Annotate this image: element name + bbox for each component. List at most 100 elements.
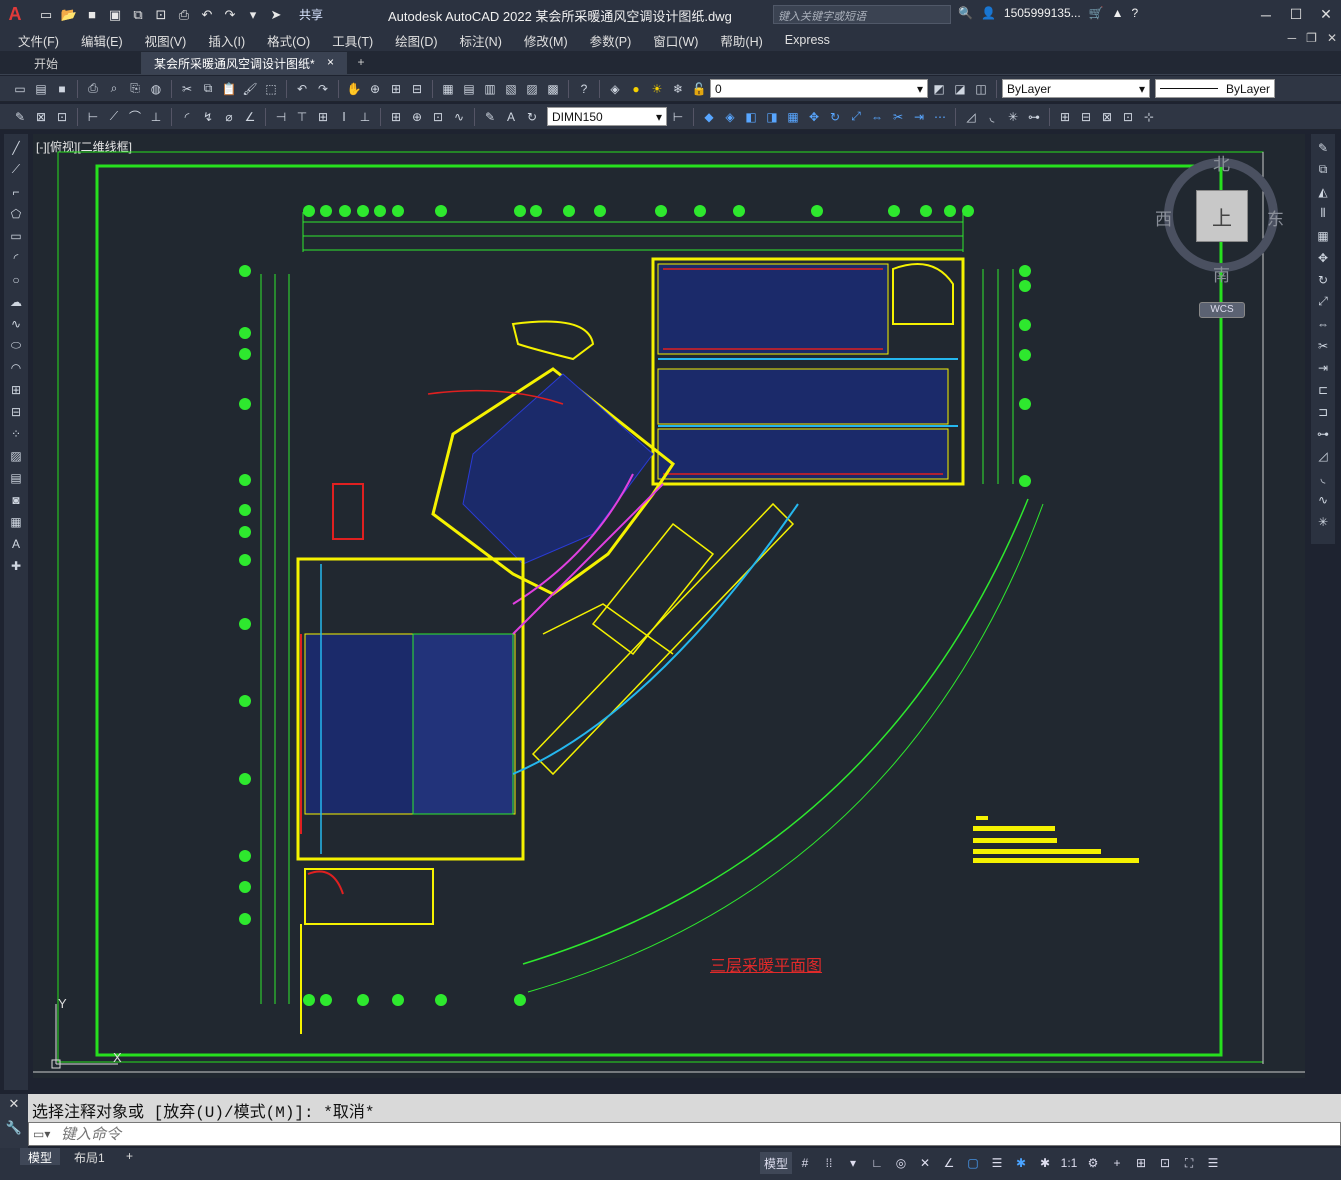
zoom-window-icon[interactable]: ⊞ <box>386 79 406 99</box>
save-as-icon[interactable]: ▣ <box>105 5 125 25</box>
quick-dim-icon[interactable]: ⊣ <box>271 107 291 127</box>
dim-space-icon[interactable]: Ⅰ <box>334 107 354 127</box>
ellipse-arc-icon[interactable]: ◠ <box>6 358 26 377</box>
dim-text-edit-icon[interactable]: A <box>501 107 521 127</box>
bulb-icon[interactable]: ● <box>626 79 646 99</box>
scale-icon[interactable]: ⤢ <box>846 107 866 127</box>
help-icon[interactable]: ? <box>1132 6 1139 20</box>
menu-view[interactable]: 视图(V) <box>145 31 187 50</box>
menu-draw[interactable]: 绘图(D) <box>395 31 437 50</box>
break-icon[interactable]: ⋯ <box>930 107 950 127</box>
block-editor-icon[interactable]: ⬚ <box>261 79 281 99</box>
rectangle-icon[interactable]: ▭ <box>6 226 26 245</box>
share-label[interactable]: 共享 <box>299 6 323 23</box>
zoom-realtime-icon[interactable]: ⊕ <box>365 79 385 99</box>
dim-ordinate-icon[interactable]: ⊥ <box>146 107 166 127</box>
menu-file[interactable]: 文件(F) <box>18 31 59 50</box>
polar-icon[interactable]: ◎ <box>890 1152 912 1174</box>
markup-icon[interactable]: ▨ <box>522 79 542 99</box>
dimstyle-dropdown[interactable]: DIMN150 ▾ <box>547 107 667 126</box>
design-center-icon[interactable]: ▤ <box>459 79 479 99</box>
copy-icon[interactable]: ⧉ <box>198 79 218 99</box>
publish-icon[interactable]: ⎘ <box>125 79 145 99</box>
blend-icon[interactable]: ∿ <box>1313 490 1333 509</box>
redo-icon[interactable]: ↷ <box>220 5 240 25</box>
user-name[interactable]: 1505999135... <box>1004 6 1081 20</box>
explode-icon[interactable]: ✳ <box>1313 512 1333 531</box>
layer-state-icon[interactable]: ◫ <box>971 79 991 99</box>
object-snap-tracking-icon[interactable]: ∠ <box>938 1152 960 1174</box>
point-icon[interactable]: ⁘ <box>6 424 26 443</box>
auto-scale-icon[interactable]: ✱ <box>1034 1152 1056 1174</box>
tab-layout1[interactable]: 布局1 <box>66 1148 113 1165</box>
dim-style-icon[interactable]: ⊢ <box>668 107 688 127</box>
extend-icon[interactable]: ⇥ <box>909 107 929 127</box>
menu-insert[interactable]: 插入(I) <box>208 31 245 50</box>
join-icon[interactable]: ⊶ <box>1313 424 1333 443</box>
move-icon[interactable]: ✥ <box>804 107 824 127</box>
circle-icon[interactable]: ○ <box>6 270 26 289</box>
save-web-icon[interactable]: ⊡ <box>151 5 171 25</box>
array-icon[interactable]: ▦ <box>783 107 803 127</box>
scale-icon[interactable]: ⤢ <box>1313 292 1333 311</box>
minimize-icon[interactable]: ─ <box>1251 0 1281 29</box>
clean-screen-icon[interactable]: ⛶ <box>1178 1152 1200 1174</box>
viewcube-top-face[interactable]: 上 <box>1196 190 1248 242</box>
stretch-icon[interactable]: ⇔ <box>1313 314 1333 333</box>
doc-close-icon[interactable]: ✕ <box>1327 31 1337 45</box>
menu-edit[interactable]: 编辑(E) <box>81 31 123 50</box>
erase-icon[interactable]: ✎ <box>1313 138 1333 157</box>
annotation-scale-value[interactable]: 1:1 <box>1058 1152 1080 1174</box>
customization-icon[interactable]: ☰ <box>1202 1152 1224 1174</box>
open-web-icon[interactable]: ⧉ <box>128 5 148 25</box>
lineweight-icon[interactable]: ☰ <box>986 1152 1008 1174</box>
open-icon[interactable]: 📂 <box>59 5 79 25</box>
customize-qat-icon[interactable]: ▾ <box>243 5 263 25</box>
fillet-icon[interactable]: ◟ <box>982 107 1002 127</box>
dim-diameter-icon[interactable]: ⌀ <box>219 107 239 127</box>
doc-minimize-icon[interactable]: ─ <box>1288 31 1297 45</box>
polyline-icon[interactable]: ⌐ <box>6 182 26 201</box>
search-icon[interactable]: 🔍 <box>958 6 973 20</box>
region-icon[interactable]: ⊡ <box>1118 107 1138 127</box>
linetype-dropdown[interactable]: ByLayer <box>1155 79 1275 98</box>
make-block-icon[interactable]: ⊟ <box>6 402 26 421</box>
new-icon[interactable]: ▭ <box>10 79 30 99</box>
menu-express[interactable]: Express <box>785 33 830 47</box>
3d-print-icon[interactable]: ◍ <box>146 79 166 99</box>
isodraft-icon[interactable]: ✕ <box>914 1152 936 1174</box>
dim-edit-icon[interactable]: ✎ <box>480 107 500 127</box>
ellipse-icon[interactable]: ⬭ <box>6 336 26 355</box>
command-prompt-icon[interactable]: ▭▾ <box>29 1127 61 1141</box>
stretch-icon[interactable]: ⇔ <box>867 107 887 127</box>
tab-drawing[interactable]: 某会所采暖通风空调设计图纸* × <box>142 52 347 74</box>
match-properties-icon[interactable]: 🖌 <box>240 79 260 99</box>
tab-model[interactable]: 模型 <box>20 1148 61 1165</box>
arc-icon[interactable]: ◜ <box>6 248 26 267</box>
menu-dimension[interactable]: 标注(N) <box>460 31 502 50</box>
close-icon[interactable]: ✕ <box>9 1096 20 1112</box>
make-block-icon[interactable]: ⊟ <box>1076 107 1096 127</box>
dim-jogged-icon[interactable]: ↯ <box>198 107 218 127</box>
insert-block-icon[interactable]: ⊞ <box>6 380 26 399</box>
polygon-icon[interactable]: ⬠ <box>6 204 26 223</box>
drawing-canvas[interactable]: [-][俯视][二维线框] Y X 三层采暖平面图 上 北 南 西 东 WCS <box>33 134 1305 1078</box>
close-icon[interactable]: ✕ <box>1311 0 1341 29</box>
dim-angular-icon[interactable]: ∠ <box>240 107 260 127</box>
snap-icon[interactable]: ⁞⁞ <box>818 1152 840 1174</box>
construction-line-icon[interactable]: ⟋ <box>6 160 26 179</box>
zoom-previous-icon[interactable]: ⊟ <box>407 79 427 99</box>
make-current-layer-icon[interactable]: ◩ <box>929 79 949 99</box>
menu-tools[interactable]: 工具(T) <box>332 31 373 50</box>
chamfer-icon[interactable]: ◿ <box>961 107 981 127</box>
layer-previous-icon[interactable]: ◪ <box>950 79 970 99</box>
attach-icon[interactable]: ⊠ <box>1097 107 1117 127</box>
sheet-set-icon[interactable]: ▧ <box>501 79 521 99</box>
grid-icon[interactable]: # <box>794 1152 816 1174</box>
table-icon[interactable]: ▦ <box>6 512 26 531</box>
dim-arc-icon[interactable]: ⌒ <box>125 107 145 127</box>
compass-north[interactable]: 北 <box>1213 150 1230 175</box>
menu-modify[interactable]: 修改(M) <box>524 31 568 50</box>
add-layout-button[interactable]: + <box>118 1148 141 1165</box>
pan-icon[interactable]: ✋ <box>344 79 364 99</box>
